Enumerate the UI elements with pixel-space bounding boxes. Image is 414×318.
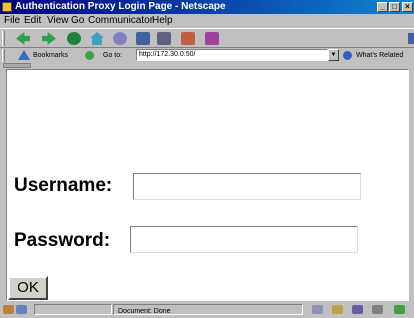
security-icon[interactable] (181, 32, 195, 45)
connection-icon (16, 305, 27, 314)
collapsed-toolbar-tab[interactable] (3, 63, 31, 68)
home-icon[interactable] (90, 32, 104, 45)
password-label: Password: (14, 230, 111, 251)
component-bar-navigator-icon[interactable] (312, 305, 323, 314)
location-icon[interactable] (85, 51, 94, 60)
username-label: Username: (14, 175, 113, 196)
menu-file[interactable]: File (4, 14, 20, 28)
print-icon[interactable] (157, 32, 171, 45)
bookmarks-button[interactable]: Bookmarks (33, 48, 68, 63)
stop-icon[interactable] (205, 32, 219, 45)
back-icon[interactable] (16, 32, 30, 45)
menu-edit[interactable]: Edit (24, 14, 41, 28)
close-button[interactable]: × (402, 2, 413, 12)
whats-related-button[interactable]: What's Related (356, 48, 403, 63)
location-bar: Bookmarks Go to: http://172.30.0.50/ ▼ W… (0, 48, 414, 63)
menu-go[interactable]: Go (71, 14, 84, 28)
component-bar-mail-icon[interactable] (332, 305, 343, 314)
menu-view[interactable]: View (47, 14, 69, 28)
password-input[interactable] (130, 226, 358, 253)
username-input[interactable] (133, 173, 361, 200)
status-bar: Document: Done (0, 303, 414, 316)
menu-help[interactable]: Help (152, 14, 173, 28)
component-bar-discussions-icon[interactable] (372, 305, 383, 314)
whats-related-icon[interactable] (343, 51, 352, 60)
netscape-guide-icon[interactable] (136, 32, 150, 45)
component-bar-composer-icon[interactable] (352, 305, 363, 314)
maximize-button[interactable]: □ (389, 2, 400, 12)
minimize-button[interactable]: _ (377, 2, 388, 12)
forward-icon[interactable] (42, 32, 56, 45)
toolbar-grip[interactable] (2, 31, 5, 46)
security-lock-icon[interactable] (3, 305, 14, 314)
netscape-throbber-icon (408, 33, 414, 44)
url-field[interactable]: http://172.30.0.50/ (136, 49, 328, 61)
component-bar-edit-icon[interactable] (394, 305, 405, 314)
title-bar[interactable]: Authentication Proxy Login Page - Netsca… (0, 0, 414, 14)
navigation-toolbar (0, 28, 414, 48)
url-dropdown-button[interactable]: ▼ (328, 49, 339, 61)
location-grip[interactable] (2, 49, 5, 62)
menu-bar: File Edit View Go Communicator Help (0, 14, 414, 28)
browser-window: Authentication Proxy Login Page - Netsca… (0, 0, 414, 316)
search-icon[interactable] (113, 32, 127, 45)
ok-button[interactable]: OK (8, 276, 48, 300)
progress-cell (34, 304, 112, 315)
content-right-edge (409, 69, 414, 301)
bookmarks-icon[interactable] (18, 50, 30, 60)
status-text: Document: Done (113, 304, 303, 315)
goto-label: Go to: (103, 52, 123, 59)
menu-communicator[interactable]: Communicator (88, 14, 153, 28)
netscape-app-icon[interactable] (2, 2, 12, 12)
reload-icon[interactable] (67, 32, 81, 45)
window-title: Authentication Proxy Login Page - Netsca… (15, 1, 226, 12)
